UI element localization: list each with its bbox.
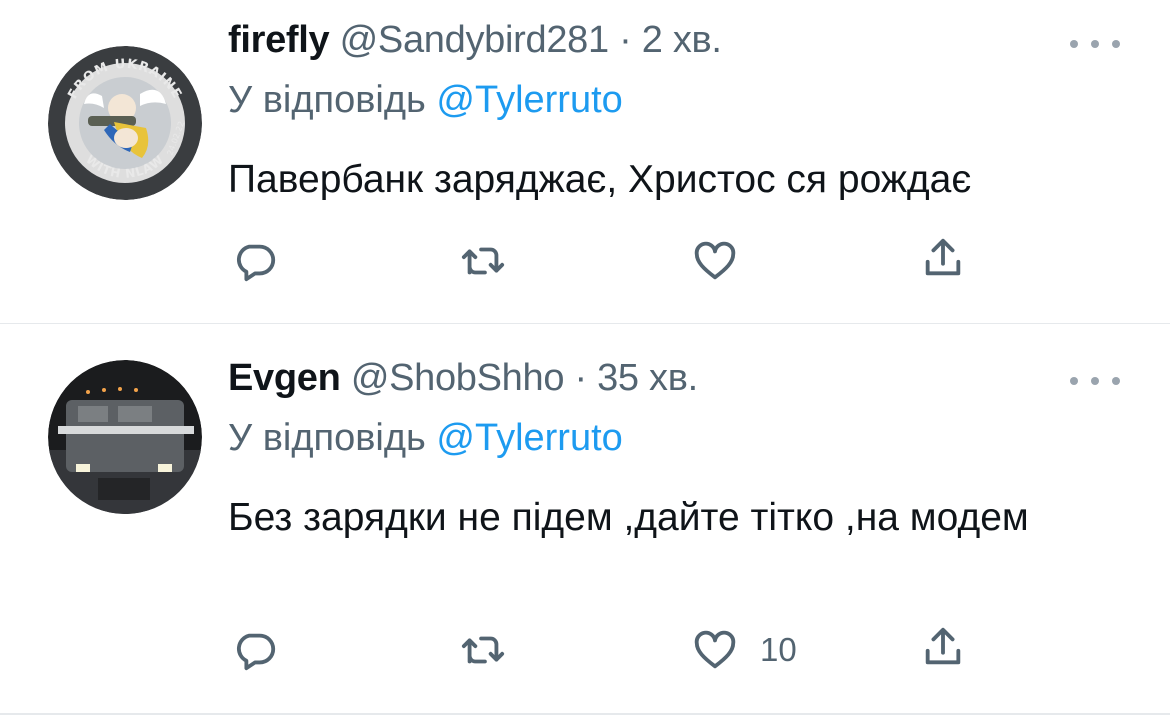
- more-options-button[interactable]: [1070, 34, 1120, 54]
- timestamp[interactable]: 2 хв.: [642, 19, 722, 61]
- separator: ·: [574, 357, 587, 399]
- author-handle[interactable]: @Sandybird281: [340, 19, 610, 61]
- avatar[interactable]: [48, 360, 202, 514]
- reply-icon: [236, 633, 276, 671]
- reply-icon: [236, 244, 276, 282]
- reply-button[interactable]: [232, 238, 278, 284]
- dot-icon: [1112, 377, 1120, 385]
- dot-icon: [1091, 377, 1099, 385]
- tweet-header: Evgen @ShobShho · 35 хв.: [228, 357, 698, 400]
- more-options-button[interactable]: [1070, 371, 1120, 391]
- author-handle[interactable]: @ShobShho: [351, 357, 565, 399]
- dot-icon: [1091, 40, 1099, 48]
- timestamp[interactable]: 35 хв.: [597, 357, 698, 399]
- tweet[interactable]: FROM UKRAINE WITH NLAW 24.02.22 firefly …: [0, 0, 1170, 323]
- like-button[interactable]: 10: [692, 627, 797, 673]
- avatar[interactable]: FROM UKRAINE WITH NLAW 24.02.22: [48, 46, 202, 200]
- reply-prefix: У відповідь: [228, 79, 426, 121]
- like-button[interactable]: [692, 238, 760, 284]
- share-button[interactable]: [920, 624, 966, 670]
- retweet-icon: [461, 636, 505, 664]
- share-icon: [925, 238, 961, 276]
- share-button[interactable]: [920, 235, 966, 281]
- separator: ·: [619, 19, 632, 61]
- dot-icon: [1070, 40, 1078, 48]
- retweet-icon: [461, 247, 505, 275]
- like-count: 10: [760, 631, 797, 668]
- reply-prefix: У відповідь: [228, 417, 426, 459]
- dot-icon: [1070, 377, 1078, 385]
- tweet[interactable]: Evgen @ShobShho · 35 хв. У відповідь @Ty…: [0, 324, 1170, 718]
- reply-mention-link[interactable]: @Tylerruto: [436, 79, 622, 121]
- avatar-image: FROM UKRAINE WITH NLAW 24.02.22: [48, 46, 202, 200]
- reply-mention-link[interactable]: @Tylerruto: [436, 417, 622, 459]
- share-icon: [925, 627, 961, 665]
- divider: [0, 713, 1170, 715]
- avatar-image: [48, 360, 202, 514]
- tweet-text: Павербанк заряджає, Христос ся рождає: [228, 158, 972, 201]
- retweet-button[interactable]: [460, 238, 506, 284]
- retweet-button[interactable]: [460, 627, 506, 673]
- tweet-header: firefly @Sandybird281 · 2 хв.: [228, 19, 722, 62]
- dot-icon: [1112, 40, 1120, 48]
- reply-to-line: У відповідь @Tylerruto: [228, 417, 623, 460]
- reply-button[interactable]: [232, 627, 278, 673]
- heart-icon: [694, 630, 736, 669]
- author-name[interactable]: firefly: [228, 19, 330, 61]
- reply-to-line: У відповідь @Tylerruto: [228, 79, 623, 122]
- tweet-text: Без зарядки не підем ,дайте тітко ,на мо…: [228, 496, 1029, 539]
- heart-icon: [694, 241, 736, 280]
- author-name[interactable]: Evgen: [228, 357, 341, 399]
